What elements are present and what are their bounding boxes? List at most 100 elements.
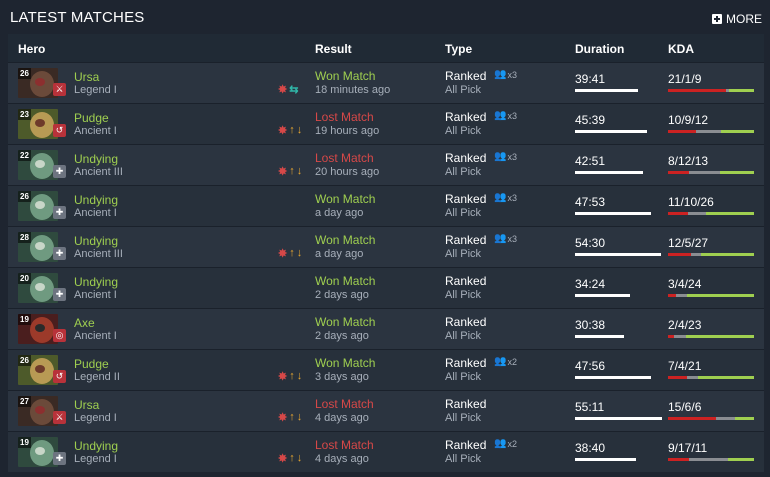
match-result[interactable]: Won Match <box>315 192 375 206</box>
deaths-segment <box>688 171 721 174</box>
match-flags: ✸ ↑ ↓ <box>278 165 302 178</box>
assists-segment <box>685 335 754 338</box>
match-row[interactable]: 26 ↺ Pudge Legend II ✸ ↑ ↓ Won Match 3 days ago R… <box>8 349 764 390</box>
hero-rank: Ancient I <box>74 289 117 301</box>
kda-bar <box>668 417 754 420</box>
match-time: 19 hours ago <box>315 125 380 137</box>
hero-portrait[interactable]: 28 <box>18 232 58 262</box>
hero-name[interactable]: Ursa <box>74 70 99 84</box>
match-row[interactable]: 27 ⚔ Ursa Legend I ✸ ↑ ↓ Lost Match 4 days ago Ra… <box>8 390 764 431</box>
party-multiplier: x3 <box>507 151 517 162</box>
match-duration: 45:39 <box>575 113 606 127</box>
hero-name[interactable]: Undying <box>74 152 118 166</box>
match-kda: 2/4/23 <box>668 318 702 332</box>
party-icon: ✸ <box>278 125 288 137</box>
party-size: 👥 x3 <box>494 233 517 244</box>
match-result[interactable]: Won Match <box>315 233 375 247</box>
party-multiplier: x3 <box>507 69 517 80</box>
hero-name[interactable]: Undying <box>74 439 118 453</box>
match-row[interactable]: 28 ✚ Undying Ancient III ✸ ↑ ↓ Won Match a day a… <box>8 226 764 267</box>
hero-portrait[interactable]: 22 <box>18 150 58 180</box>
hero-portrait[interactable]: 20 <box>18 273 58 303</box>
rank-down-icon: ↓ <box>296 165 303 177</box>
deaths-segment <box>686 376 698 379</box>
table-header: Hero Result Type Duration KDA <box>8 34 764 62</box>
match-row[interactable]: 20 ✚ Undying Ancient I Won Match 2 days ago Ra… <box>8 267 764 308</box>
hero-rank: Legend I <box>74 412 117 424</box>
party-users-icon: 👥 <box>494 192 507 203</box>
match-duration: 34:24 <box>575 277 606 291</box>
match-row[interactable]: 22 ✚ Undying Ancient III ✸ ↑ ↓ Lost Match 20 hou… <box>8 144 764 185</box>
assists-segment <box>720 130 754 133</box>
party-icon: ✸ <box>278 453 288 465</box>
match-row[interactable]: 19 ◎ Axe Ancient I Won Match 2 days ago Ranked… <box>8 308 764 349</box>
match-result[interactable]: Won Match <box>315 69 375 83</box>
deaths-segment <box>688 212 707 215</box>
match-result[interactable]: Won Match <box>315 274 375 288</box>
shield-icon: ◎ <box>53 329 66 342</box>
assists-segment <box>729 89 754 92</box>
duration-bar <box>575 417 662 420</box>
hero-portrait[interactable]: 19 <box>18 314 58 344</box>
match-flags: ✸ ↑ ↓ <box>278 124 302 137</box>
hero-name[interactable]: Undying <box>74 193 118 207</box>
duration-bar <box>575 458 636 461</box>
hero-portrait[interactable]: 26 <box>18 68 58 98</box>
rank-up-icon: ↑ <box>289 124 295 136</box>
hero-portrait[interactable]: 26 <box>18 355 58 385</box>
match-result[interactable]: Lost Match <box>315 110 374 124</box>
game-mode: All Pick <box>445 248 482 260</box>
party-multiplier: x2 <box>507 356 517 367</box>
hero-portrait[interactable]: 19 <box>18 437 58 467</box>
hero-name[interactable]: Pudge <box>74 111 109 125</box>
match-duration: 39:41 <box>575 72 606 86</box>
rank-up-icon: ↑ <box>289 370 295 382</box>
assists-segment <box>734 417 754 420</box>
match-row[interactable]: 26 ✚ Undying Ancient I Won Match a day ago Ran… <box>8 185 764 226</box>
assists-segment <box>728 458 754 461</box>
sword-icon: ⚔ <box>53 83 66 96</box>
match-duration: 55:11 <box>575 400 605 414</box>
game-mode: All Pick <box>445 412 482 424</box>
support-icon: ✚ <box>53 452 66 465</box>
hero-name[interactable]: Undying <box>74 275 118 289</box>
column-hero: Hero <box>18 42 46 56</box>
match-row[interactable]: 23 ↺ Pudge Ancient I ✸ ↑ ↓ Lost Match 19 hours a… <box>8 103 764 144</box>
hero-portrait[interactable]: 23 <box>18 109 58 139</box>
hero-name[interactable]: Undying <box>74 234 118 248</box>
rank-up-icon: ↑ <box>289 165 295 177</box>
hero-rank: Ancient III <box>74 248 123 260</box>
match-row[interactable]: 19 ✚ Undying Legend I ✸ ↑ ↓ Lost Match 4 days ag… <box>8 431 764 472</box>
hero-portrait[interactable]: 26 <box>18 191 58 221</box>
column-type: Type <box>445 42 473 56</box>
more-button[interactable]: MORE <box>712 12 762 26</box>
match-result[interactable]: Lost Match <box>315 397 374 411</box>
deaths-segment <box>715 417 735 420</box>
kda-bar <box>668 253 754 256</box>
kda-bar <box>668 130 754 133</box>
match-result[interactable]: Lost Match <box>315 438 374 452</box>
hero-name[interactable]: Axe <box>74 316 95 330</box>
match-kda: 10/9/12 <box>668 113 709 127</box>
hero-portrait[interactable]: 27 <box>18 396 58 426</box>
match-row[interactable]: 26 ⚔ Ursa Legend I ✸ ⇆ Won Match 18 minutes ago… <box>8 62 764 103</box>
match-result[interactable]: Won Match <box>315 356 375 370</box>
match-time: 4 days ago <box>315 453 369 465</box>
match-result[interactable]: Won Match <box>315 315 375 329</box>
kills-segment <box>668 458 689 461</box>
kills-segment <box>668 376 687 379</box>
match-result[interactable]: Lost Match <box>315 151 374 165</box>
section-header: LATEST MATCHES MORE <box>0 0 770 34</box>
match-kda: 7/4/21 <box>668 359 702 373</box>
rank-down-icon: ↓ <box>296 124 303 136</box>
party-icon: ✸ <box>278 166 288 178</box>
hero-name[interactable]: Ursa <box>74 398 99 412</box>
hero-rank: Ancient I <box>74 125 117 137</box>
kills-segment <box>668 212 689 215</box>
deaths-segment <box>688 458 729 461</box>
hero-name[interactable]: Pudge <box>74 357 109 371</box>
duration-bar <box>575 130 647 133</box>
kda-bar <box>668 335 754 338</box>
match-kda: 11/10/26 <box>668 195 714 209</box>
party-users-icon: 👥 <box>494 356 507 367</box>
